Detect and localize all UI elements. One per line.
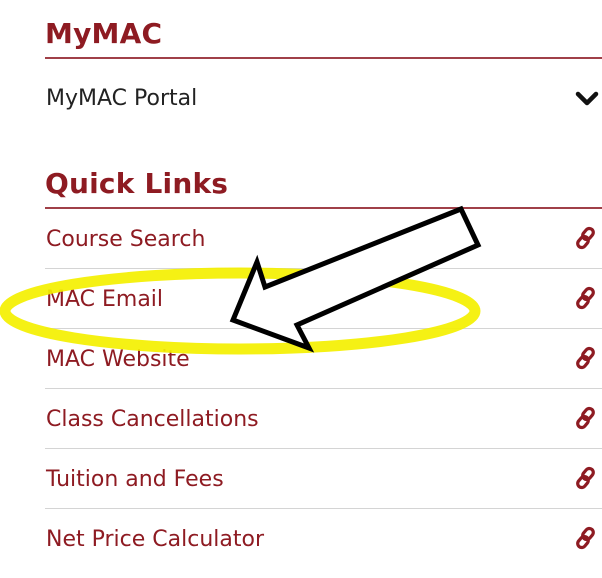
quick-link-tuition-and-fees[interactable]: Tuition and Fees (45, 449, 602, 509)
quick-links-list: Course Search MAC Email MAC Website Clas… (45, 209, 602, 568)
quick-link-mac-email[interactable]: MAC Email (45, 269, 602, 329)
quick-link-mac-website[interactable]: MAC Website (45, 329, 602, 389)
link-icon[interactable] (573, 345, 599, 371)
quick-link-label: Course Search (46, 227, 206, 252)
quick-link-label: Class Cancellations (46, 407, 259, 432)
quick-link-net-price-calculator[interactable]: Net Price Calculator (45, 509, 602, 568)
quick-links-heading: Quick Links (45, 167, 229, 200)
quick-link-course-search[interactable]: Course Search (45, 209, 602, 269)
link-icon[interactable] (573, 285, 599, 311)
quick-link-class-cancellations[interactable]: Class Cancellations (45, 389, 602, 449)
link-icon[interactable] (573, 465, 599, 491)
link-icon[interactable] (573, 225, 599, 251)
mymac-portal-toggle[interactable]: MyMAC Portal (45, 59, 602, 137)
link-icon[interactable] (573, 405, 599, 431)
mymac-portal-label: MyMAC Portal (46, 86, 198, 111)
quick-link-label: MAC Website (46, 347, 190, 372)
mymac-heading: MyMAC (45, 17, 163, 50)
quick-link-label: Net Price Calculator (46, 527, 264, 552)
chevron-down-icon[interactable] (575, 89, 599, 109)
quick-link-label: MAC Email (46, 287, 164, 312)
link-icon[interactable] (573, 525, 599, 551)
quick-link-label: Tuition and Fees (46, 467, 224, 492)
